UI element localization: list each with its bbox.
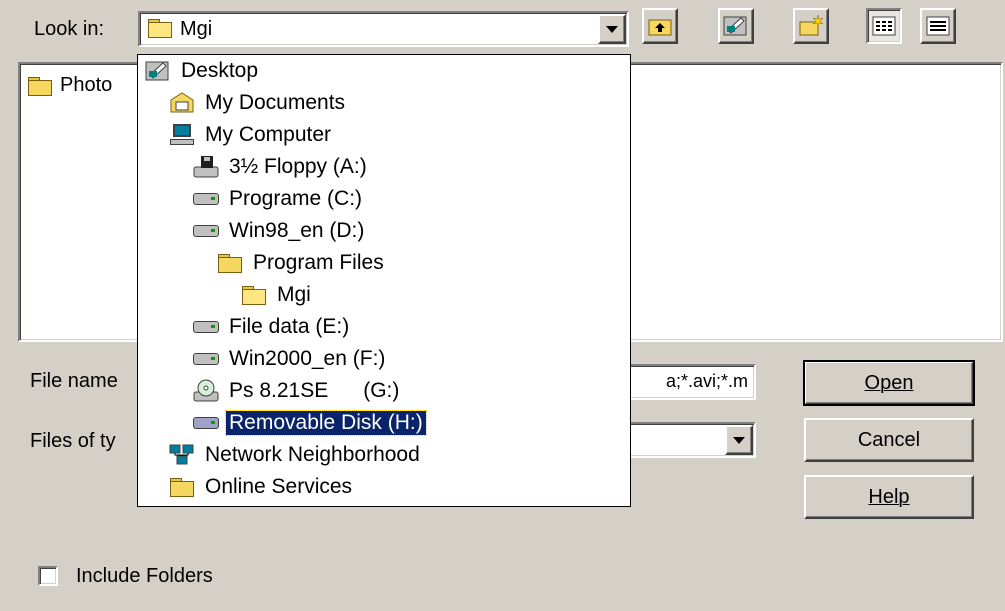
cd-drive-icon xyxy=(192,379,220,403)
dropdown-item-label: Online Services xyxy=(205,475,353,498)
details-view-button[interactable] xyxy=(920,8,956,44)
desktop-button[interactable] xyxy=(718,8,754,44)
list-item-label: Photo xyxy=(60,74,113,96)
details-view-icon xyxy=(926,16,950,36)
dropdown-item-drive-f[interactable]: Win2000_en (F:) xyxy=(192,343,388,375)
open-button-label: Open xyxy=(864,371,914,394)
dropdown-item-label: Network Neighborhood xyxy=(205,443,420,466)
dropdown-item-network[interactable]: Network Neighborhood xyxy=(168,439,423,471)
file-name-value: a;*.avi;*.m xyxy=(665,371,748,391)
dropdown-item-label: Win2000_en (F:) xyxy=(229,347,386,370)
files-of-type-label: Files of ty xyxy=(30,430,116,452)
list-item[interactable]: Photo xyxy=(28,74,112,97)
computer-icon xyxy=(168,123,196,147)
files-of-type-dropdown-arrow[interactable] xyxy=(725,425,753,455)
dropdown-item-label: Mgi xyxy=(277,283,311,306)
dropdown-item-drive-d[interactable]: Win98_en (D:) xyxy=(192,215,367,247)
dropdown-item-label: Ps 8.21SE (G:) xyxy=(229,379,400,402)
dropdown-item-label: Removable Disk (H:) xyxy=(225,410,427,436)
look-in-dropdown-arrow[interactable] xyxy=(598,14,626,44)
dropdown-item-drive-c[interactable]: Programe (C:) xyxy=(192,183,365,215)
open-button[interactable]: Open xyxy=(803,360,975,406)
hard-drive-icon xyxy=(192,187,220,211)
dropdown-item-label: Win98_en (D:) xyxy=(229,219,365,242)
dropdown-item-label: File data (E:) xyxy=(229,315,350,338)
hard-drive-icon xyxy=(192,219,220,243)
open-folder-icon xyxy=(240,283,268,307)
cancel-button-label: Cancel xyxy=(857,428,921,451)
removable-drive-icon xyxy=(192,411,220,435)
dropdown-item-my-documents[interactable]: My Documents xyxy=(168,87,348,119)
chevron-down-icon xyxy=(606,25,618,33)
dropdown-item-program-files[interactable]: Program Files xyxy=(216,247,387,279)
new-folder-icon xyxy=(799,14,824,36)
dropdown-item-desktop[interactable]: Desktop xyxy=(144,55,261,87)
create-new-folder-button[interactable] xyxy=(793,8,829,44)
floppy-drive-icon xyxy=(192,155,220,179)
cancel-button[interactable]: Cancel xyxy=(804,418,974,462)
chevron-down-icon xyxy=(733,436,745,444)
my-documents-icon xyxy=(168,91,196,115)
look-in-combo[interactable]: Mgi xyxy=(138,11,629,47)
hard-drive-icon xyxy=(192,315,220,339)
folder-icon xyxy=(216,251,244,275)
list-view-icon xyxy=(872,16,896,36)
help-button[interactable]: Help xyxy=(804,475,974,519)
include-folders-label: Include Folders xyxy=(76,565,213,587)
dropdown-item-floppy[interactable]: 3½ Floppy (A:) xyxy=(192,151,370,183)
up-folder-icon xyxy=(648,19,672,36)
desktop-icon xyxy=(723,16,747,36)
dropdown-item-label: My Computer xyxy=(205,123,332,146)
look-in-label: Look in: xyxy=(34,18,105,40)
dropdown-item-drive-h[interactable]: Removable Disk (H:) xyxy=(192,407,427,439)
network-icon xyxy=(168,443,196,467)
dropdown-item-label: Programe (C:) xyxy=(229,187,363,210)
look-in-value: Mgi xyxy=(180,18,213,40)
dropdown-item-label: Desktop xyxy=(181,59,259,82)
dropdown-item-drive-e[interactable]: File data (E:) xyxy=(192,311,352,343)
hard-drive-icon xyxy=(192,347,220,371)
include-folders-checkbox[interactable] xyxy=(38,566,58,586)
folder-icon xyxy=(28,76,52,96)
help-button-label: Help xyxy=(868,485,910,508)
folder-icon xyxy=(168,475,196,499)
desktop-icon xyxy=(144,59,172,83)
dropdown-item-label: My Documents xyxy=(205,91,346,114)
dropdown-item-my-computer[interactable]: My Computer xyxy=(168,119,334,151)
up-one-level-button[interactable] xyxy=(642,8,678,44)
open-folder-icon xyxy=(148,19,172,38)
dropdown-item-label: 3½ Floppy (A:) xyxy=(229,155,367,178)
dropdown-item-mgi[interactable]: Mgi xyxy=(240,279,314,311)
dropdown-item-label: Program Files xyxy=(253,251,384,274)
dropdown-item-drive-g[interactable]: Ps 8.21SE (G:) xyxy=(192,375,402,407)
file-name-label: File name xyxy=(30,370,118,392)
list-view-button[interactable] xyxy=(866,8,902,44)
dropdown-item-online-services[interactable]: Online Services xyxy=(168,471,355,503)
look-in-dropdown-list[interactable]: Desktop My Documents My Computer 3½ Flop… xyxy=(137,54,631,507)
